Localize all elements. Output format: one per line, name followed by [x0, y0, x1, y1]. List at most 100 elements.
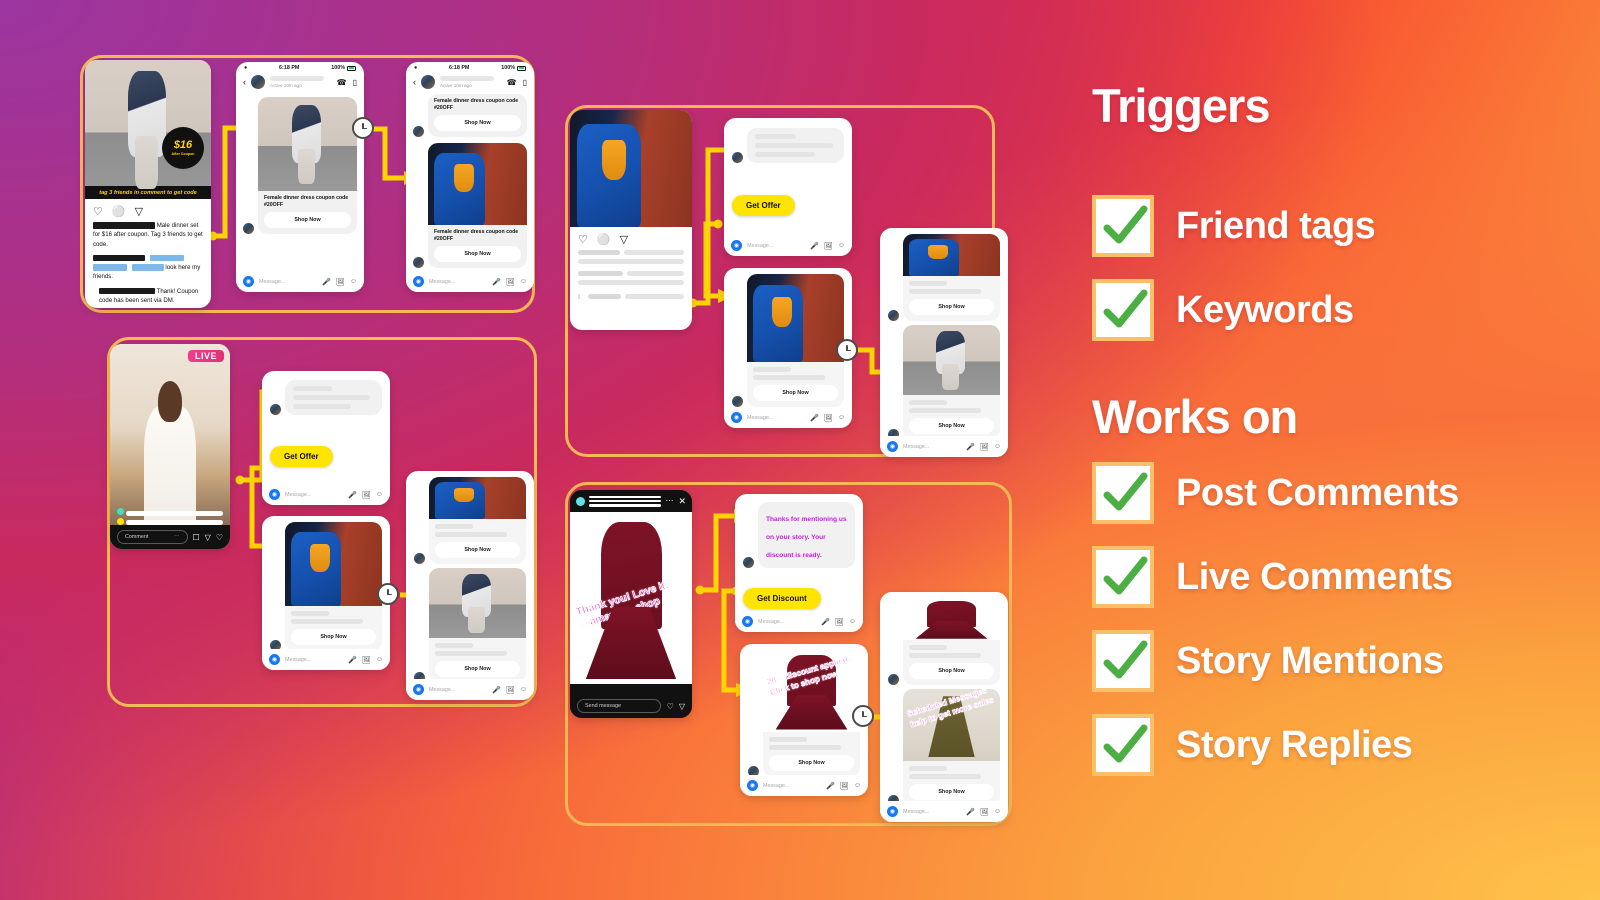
message-input[interactable]: Message...: [747, 243, 805, 249]
question-icon[interactable]: ☐: [193, 533, 200, 542]
shop-now-button[interactable]: Shop Now: [291, 629, 376, 645]
microphone-icon[interactable]: 🎤: [322, 278, 331, 286]
sticker-icon[interactable]: ☺: [849, 618, 856, 626]
microphone-icon[interactable]: 🎤: [966, 443, 975, 451]
gallery-icon[interactable]: 🖼: [506, 686, 515, 694]
dm-composer[interactable]: ◉ Message... 🎤 🖼 ☺: [262, 484, 390, 505]
gallery-icon[interactable]: 🖼: [506, 278, 515, 286]
dm-composer[interactable]: ◉ Message... 🎤 🖼 ☺: [724, 407, 852, 428]
heart-icon[interactable]: ♡: [578, 233, 588, 246]
product-bubble[interactable]: Shop Now: [903, 325, 1000, 440]
share-icon[interactable]: ▽: [620, 233, 628, 246]
share-icon[interactable]: ▽: [679, 702, 685, 711]
microphone-icon[interactable]: 🎤: [810, 242, 819, 250]
microphone-icon[interactable]: 🎤: [826, 782, 835, 790]
comment-icon[interactable]: ⚪: [597, 233, 611, 246]
sticker-icon[interactable]: ☺: [376, 656, 383, 664]
dm-composer[interactable]: ◉ Message... 🎤 🖼 ☺: [406, 271, 534, 292]
back-chevron-icon[interactable]: ‹: [243, 77, 246, 87]
dm-composer[interactable]: ◉ Message... 🎤 🖼 ☺: [880, 801, 1008, 822]
shop-now-button[interactable]: Shop Now: [435, 542, 520, 558]
shop-now-button[interactable]: Shop Now: [909, 418, 994, 434]
heart-icon[interactable]: ♡: [667, 702, 674, 711]
dm-composer[interactable]: ◉ Message... 🎤 🖼 ☺: [740, 775, 868, 796]
camera-icon[interactable]: ◉: [731, 412, 742, 423]
gallery-icon[interactable]: 🖼: [980, 443, 989, 451]
send-message-input[interactable]: Send message: [577, 699, 661, 713]
message-input[interactable]: Message...: [429, 279, 487, 285]
product-bubble[interactable]: 20% discount applied. Click to shop now.…: [763, 650, 860, 777]
get-discount-button[interactable]: Get Discount: [743, 588, 821, 609]
message-input[interactable]: Message...: [758, 619, 816, 625]
microphone-icon[interactable]: 🎤: [492, 278, 501, 286]
shop-now-button[interactable]: Shop Now: [753, 385, 838, 401]
sticker-icon[interactable]: ☺: [994, 443, 1001, 451]
gallery-icon[interactable]: 🖼: [824, 414, 833, 422]
gallery-icon[interactable]: 🖼: [840, 782, 849, 790]
heart-icon[interactable]: ♡: [93, 205, 103, 218]
more-icon[interactable]: ⋯: [174, 534, 179, 540]
microphone-icon[interactable]: 🎤: [810, 414, 819, 422]
gallery-icon[interactable]: 🖼: [980, 808, 989, 816]
camera-icon[interactable]: ◉: [731, 240, 742, 251]
dm-composer[interactable]: ◉ Message... 🎤 🖼 ☺: [735, 611, 863, 632]
shop-now-button[interactable]: Shop Now: [909, 299, 994, 315]
dm-composer[interactable]: ◉ Message... 🎤 🖼 ☺: [880, 436, 1008, 457]
product-bubble[interactable]: Shop Now: [285, 522, 382, 651]
dm-composer[interactable]: ◉ Message... 🎤 🖼 ☺: [262, 649, 390, 670]
product-bubble[interactable]: Shop Now: [903, 234, 1000, 321]
product-bubble[interactable]: Scheduled Messages help to get more sale…: [903, 689, 1000, 806]
gallery-icon[interactable]: 🖼: [824, 242, 833, 250]
product-bubble[interactable]: Shop Now: [429, 477, 526, 564]
story-reply-bar[interactable]: Send message ♡ ▽: [570, 694, 692, 718]
sticker-icon[interactable]: ☺: [376, 491, 383, 499]
product-bubble[interactable]: Female dinner dress coupon code #20OFF S…: [428, 94, 527, 138]
shop-now-button[interactable]: Shop Now: [769, 755, 854, 771]
sticker-icon[interactable]: ☺: [854, 782, 861, 790]
shop-now-button[interactable]: Shop Now: [909, 663, 994, 679]
microphone-icon[interactable]: 🎤: [348, 656, 357, 664]
shop-now-button[interactable]: Shop Now: [434, 115, 521, 132]
shop-now-button[interactable]: Shop Now: [264, 212, 351, 229]
message-input[interactable]: Message...: [903, 809, 961, 815]
camera-icon[interactable]: ◉: [243, 276, 254, 287]
product-bubble[interactable]: Shop Now: [747, 274, 844, 407]
more-icon[interactable]: ⋯: [665, 497, 674, 505]
heart-icon[interactable]: ♡: [216, 533, 223, 542]
product-bubble[interactable]: Shop Now: [429, 568, 526, 683]
sticker-icon[interactable]: ☺: [520, 278, 527, 286]
gallery-icon[interactable]: 🖼: [336, 278, 345, 286]
phone-icon[interactable]: ☎: [337, 78, 347, 87]
get-offer-button[interactable]: Get Offer: [270, 446, 333, 467]
sticker-icon[interactable]: ☺: [838, 242, 845, 250]
camera-icon[interactable]: ◉: [742, 616, 753, 627]
camera-icon[interactable]: ◉: [887, 806, 898, 817]
shop-now-button[interactable]: Shop Now: [434, 246, 521, 263]
get-offer-button[interactable]: Get Offer: [732, 195, 795, 216]
dm-composer[interactable]: ◉ Message... 🎤 🖼 ☺: [406, 679, 534, 700]
product-bubble[interactable]: Female dinner dress coupon code #20OFF S…: [258, 97, 357, 235]
dm-composer[interactable]: ◉ Message... 🎤 🖼 ☺: [236, 271, 364, 292]
microphone-icon[interactable]: 🎤: [492, 686, 501, 694]
share-icon[interactable]: ▽: [135, 205, 143, 218]
camera-icon[interactable]: ◉: [269, 654, 280, 665]
message-input[interactable]: Message...: [763, 783, 821, 789]
camera-icon[interactable]: ◉: [747, 780, 758, 791]
product-bubble[interactable]: Female dinner dress coupon code #20OFF S…: [428, 143, 527, 269]
shop-now-button[interactable]: Shop Now: [435, 661, 520, 677]
video-camera-icon[interactable]: ▯: [353, 78, 357, 87]
sticker-icon[interactable]: ☺: [994, 808, 1001, 816]
camera-icon[interactable]: ◉: [413, 276, 424, 287]
message-input[interactable]: Message...: [259, 279, 317, 285]
share-icon[interactable]: ▽: [205, 533, 211, 542]
product-bubble[interactable]: Shop Now: [903, 598, 1000, 685]
comment-icon[interactable]: ⚪: [112, 205, 126, 218]
sticker-icon[interactable]: ☺: [838, 414, 845, 422]
shop-now-button[interactable]: Shop Now: [909, 784, 994, 800]
phone-icon[interactable]: ☎: [507, 78, 517, 87]
dm-composer[interactable]: ◉ Message... 🎤 🖼 ☺: [724, 235, 852, 256]
camera-icon[interactable]: ◉: [269, 489, 280, 500]
live-comment-input[interactable]: Comment ⋯: [117, 530, 188, 544]
message-input[interactable]: Message...: [903, 444, 961, 450]
message-input[interactable]: Message...: [285, 492, 343, 498]
